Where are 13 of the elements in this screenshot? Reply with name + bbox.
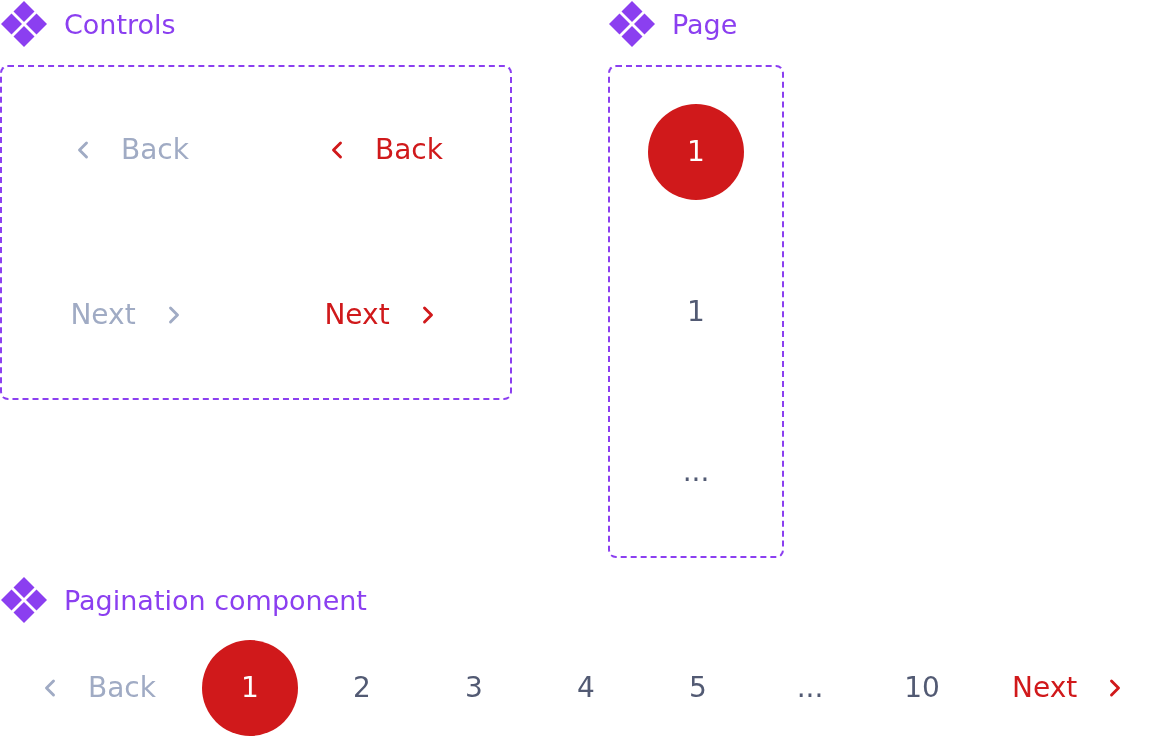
ellipsis: ... xyxy=(682,458,710,486)
ellipsis: ... xyxy=(796,674,824,702)
back-button[interactable]: Back xyxy=(323,135,443,164)
page-button[interactable]: 1 xyxy=(202,640,298,736)
section-title: Page xyxy=(672,10,738,38)
section-title: Controls xyxy=(64,10,176,38)
component-icon xyxy=(0,0,48,48)
component-icon xyxy=(0,576,48,624)
component-icon xyxy=(608,0,656,48)
section-title: Pagination component xyxy=(64,586,367,614)
next-button[interactable]: Next xyxy=(1012,674,1130,702)
next-button[interactable]: Next xyxy=(324,301,442,330)
page-button[interactable]: 1 xyxy=(648,104,744,200)
